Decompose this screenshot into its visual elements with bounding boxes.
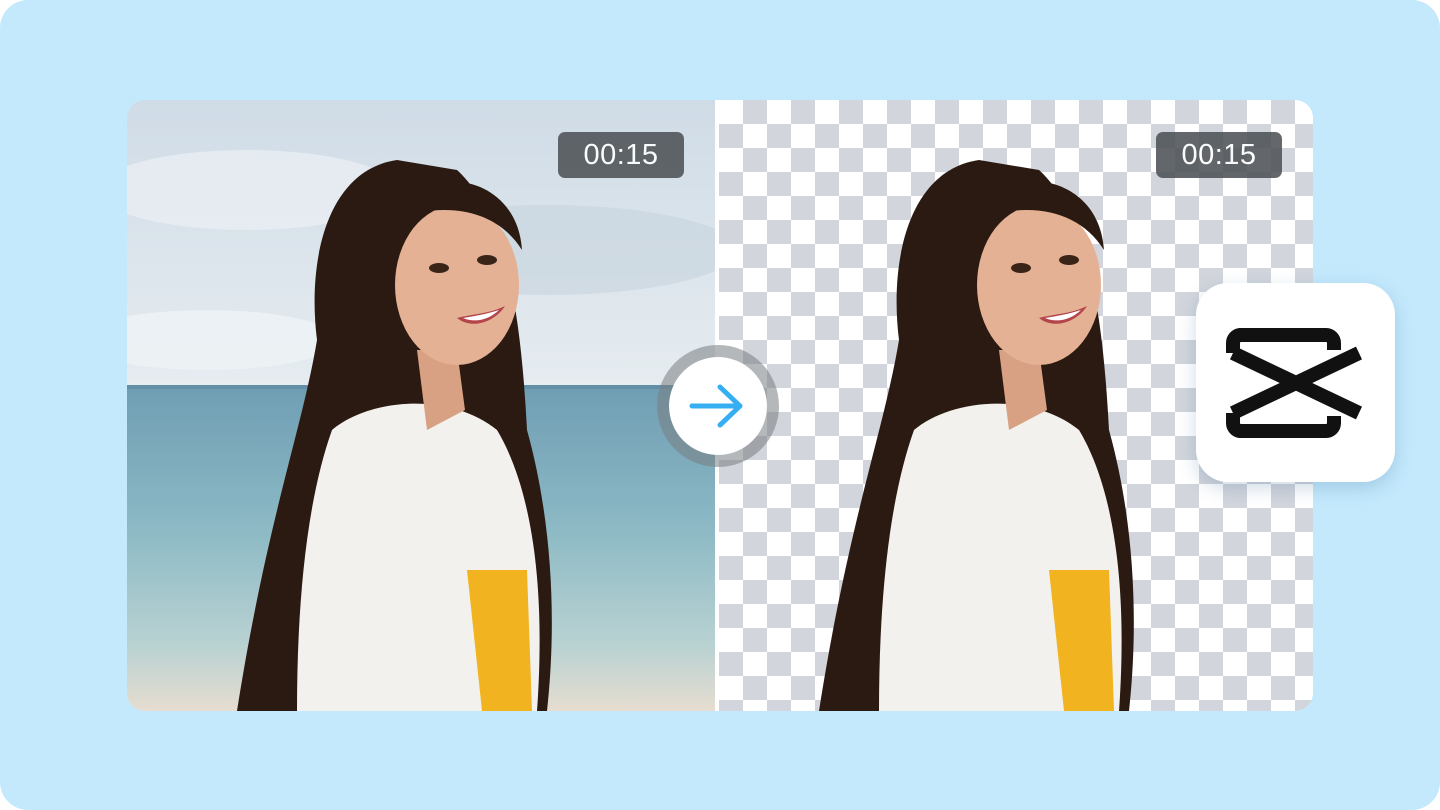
woman-cutout-figure	[819, 160, 1134, 711]
convert-arrow-button[interactable]	[657, 345, 779, 467]
capcut-logo-tile	[1196, 283, 1395, 482]
original-video-panel[interactable]: 00:15	[127, 100, 715, 711]
beach-photo	[127, 100, 715, 711]
timestamp-badge-result: 00:15	[1156, 132, 1282, 178]
timestamp-badge-original: 00:15	[558, 132, 684, 178]
hero-canvas: 00:15 00:15	[0, 0, 1440, 810]
arrow-right-icon	[689, 384, 743, 428]
capcut-logo-icon	[1225, 327, 1362, 438]
